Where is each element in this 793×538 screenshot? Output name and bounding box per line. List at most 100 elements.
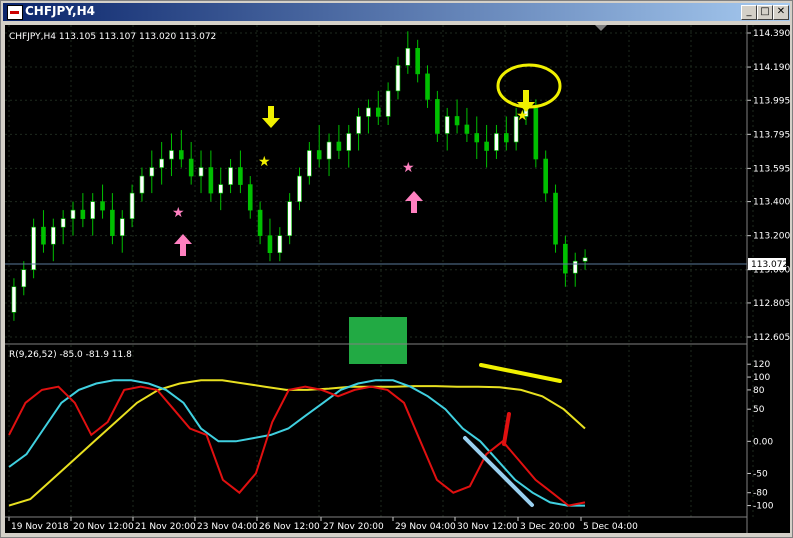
candle-body: [208, 167, 214, 194]
candle-body: [435, 99, 440, 134]
time-label: 29 Nov 04:00: [395, 522, 456, 532]
main-chart-header: CHFJPY,H4 113.105 113.107 113.020 113.07…: [9, 32, 216, 42]
candle-body: [100, 201, 105, 211]
candle-body: [159, 158, 164, 168]
chart-canvas[interactable]: CHFJPY,H4 113.105 113.107 113.020 113.07…: [5, 25, 790, 533]
osc-mid-line: [8, 379, 585, 507]
candle-body: [395, 65, 401, 92]
chart-shift-icon[interactable]: [595, 25, 607, 31]
candle-body: [307, 150, 312, 177]
price-label: 113.795: [753, 130, 790, 140]
candle-body: [474, 133, 480, 143]
chart-area[interactable]: CHFJPY,H4 113.105 113.107 113.020 113.07…: [5, 25, 790, 533]
candle-body: [179, 150, 184, 160]
candle-body: [385, 90, 391, 117]
close-button[interactable]: ✕: [773, 5, 789, 20]
candle-body: [41, 226, 46, 245]
candle-body: [405, 48, 411, 66]
candle-body: [494, 133, 499, 151]
red-trendline: [502, 412, 511, 446]
current-price-label: 113.072: [751, 260, 788, 270]
candle-body: [247, 184, 253, 211]
time-label: 26 Nov 12:00: [259, 522, 320, 532]
candle-body: [267, 235, 273, 253]
grid: [5, 25, 754, 517]
time-label: 30 Nov 12:00: [457, 522, 518, 532]
osc-slow-line: [8, 379, 586, 507]
blue-trendline: [463, 436, 534, 507]
candle-body: [572, 260, 578, 274]
marker-box: [349, 317, 407, 364]
indicator-label: 120: [753, 360, 770, 370]
candle-body: [277, 235, 283, 253]
time-label: 19 Nov 2018: [11, 522, 69, 532]
yellow-arrow-down-1: [262, 106, 280, 128]
indicator-label: 0.00: [753, 437, 773, 447]
yellow-trendline: [479, 363, 562, 383]
chart-window: CHFJPY,H4 _ □ ✕ CHFJPY,H4 113.105 113.10…: [0, 0, 793, 538]
indicator-label: -80: [753, 489, 768, 499]
candle-body: [198, 167, 204, 177]
candle-body: [110, 209, 115, 236]
candle-body: [257, 209, 263, 236]
indicator-label: 100: [753, 373, 770, 383]
indicator-label: -50: [753, 469, 768, 479]
candle-body: [454, 116, 460, 126]
price-label: 114.190: [753, 63, 790, 73]
candle-body: [129, 192, 135, 219]
yellow-star-1-icon: ★: [258, 154, 271, 170]
candle-body: [346, 133, 352, 151]
candle-body: [444, 116, 450, 134]
oscillator-lines: [8, 379, 586, 507]
candle-body: [31, 226, 36, 271]
candle-body: [316, 150, 322, 160]
candle-body: [188, 158, 194, 177]
time-label: 21 Nov 20:00: [135, 522, 196, 532]
candle-body: [582, 257, 588, 262]
candle-body: [553, 192, 558, 245]
candle-body: [60, 218, 66, 228]
price-label: 112.805: [753, 299, 790, 309]
candle-body: [139, 175, 145, 194]
indicator-axis: 120 100 80 50 0.00 -50 -80 -100: [747, 360, 774, 512]
title-bar[interactable]: CHFJPY,H4 _ □ ✕: [3, 3, 790, 21]
candle-body: [533, 107, 539, 160]
candle-body: [287, 201, 292, 236]
price-label: 113.200: [753, 232, 790, 242]
indicator-header: R(9,26,52) -85.0 -81.9 11.8: [9, 350, 132, 360]
minimize-button[interactable]: _: [741, 5, 757, 20]
candle-body: [375, 107, 381, 117]
time-label: 5 Dec 04:00: [583, 522, 638, 532]
candle-body: [366, 107, 371, 117]
indicator-label: -100: [753, 502, 774, 512]
candle-body: [218, 184, 224, 194]
candle-body: [70, 209, 76, 219]
candle-body: [228, 167, 233, 185]
price-label: 113.400: [753, 198, 790, 208]
candle-body: [169, 150, 174, 160]
candle-body: [90, 201, 96, 219]
candle-body: [119, 218, 125, 236]
candle-body: [21, 269, 27, 288]
yellow-star-2-icon: ★: [516, 108, 529, 124]
candle-body: [336, 141, 342, 151]
candle-body: [80, 209, 86, 219]
candle-body: [464, 124, 470, 134]
candle-body: [356, 116, 361, 134]
candle-body: [149, 167, 155, 177]
candle-body: [11, 286, 17, 313]
chart-window-icon: [7, 5, 23, 20]
candle-body: [415, 48, 420, 75]
candle-body: [297, 175, 302, 202]
pink-arrow-up-1: [174, 234, 192, 256]
osc-fast-line: [8, 385, 586, 507]
time-label: 27 Nov 20:00: [323, 522, 384, 532]
time-axis: 19 Nov 2018 20 Nov 12:00 21 Nov 20:00 23 No…: [8, 517, 638, 532]
price-label: 114.390: [753, 29, 790, 39]
price-label: 113.595: [753, 164, 790, 174]
maximize-button[interactable]: □: [757, 5, 773, 20]
candle-body: [543, 158, 548, 194]
price-label: 113.995: [753, 96, 790, 106]
time-label: 3 Dec 20:00: [520, 522, 575, 532]
pink-star-1-icon: ★: [172, 205, 185, 221]
